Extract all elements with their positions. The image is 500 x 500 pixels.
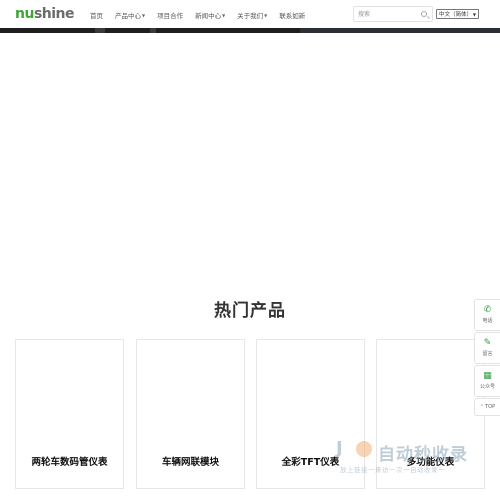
- watermark-logo-dot: [356, 441, 372, 457]
- logo-text-nu: nu: [15, 6, 34, 22]
- product-card[interactable]: 车辆网联模块: [136, 339, 245, 489]
- nav-about-label: 关于我们: [237, 12, 264, 20]
- chevron-down-icon: ▼: [264, 12, 268, 18]
- search-input[interactable]: [358, 9, 422, 20]
- site-header: nushine 首页 产品中心▼ 项目合作 新闻中心▼ 关于我们▼ 联系如新 中…: [0, 0, 500, 28]
- site-logo[interactable]: nushine: [15, 6, 75, 22]
- logo-text-rest: shine: [33, 6, 75, 22]
- hot-products-title: 热门产品: [214, 301, 286, 321]
- arrow-up-icon: ⌃: [479, 404, 485, 410]
- nav-home-label: 首页: [90, 12, 103, 20]
- nav-news[interactable]: 新闻中心 ▼: [195, 10, 225, 20]
- language-selected: 中文（简体）: [439, 12, 473, 18]
- banner-shard: [150, 28, 156, 33]
- chevron-down-icon: ▼: [142, 12, 146, 18]
- nav-cooperation-label: 项目合作: [157, 12, 184, 20]
- chevron-down-icon: ▼: [472, 11, 476, 17]
- chevron-down-icon: ▼: [222, 12, 226, 18]
- nav-products-label: 产品中心: [115, 12, 141, 20]
- qrcode-icon: ▦: [483, 371, 492, 381]
- side-tool-phone-label: 电话: [482, 318, 493, 324]
- nav-about[interactable]: 关于我们 ▼: [237, 10, 267, 20]
- watermark-logo-mark: J: [336, 438, 343, 459]
- side-tool-wechat-label: 公众号: [479, 384, 495, 390]
- product-card-label: 车辆网联模块: [161, 457, 219, 468]
- banner-shard: [95, 28, 105, 33]
- watermark-overlay: J 自动秒收录 放上链接一来访一次一自动收录一: [330, 437, 490, 477]
- watermark-text: 自动秒收录: [378, 445, 468, 465]
- side-tool-wechat[interactable]: ▦ 公众号: [474, 365, 500, 397]
- pencil-icon: ✎: [483, 338, 492, 348]
- main-nav: 首页 产品中心 ▼ 项目合作 新闻中心 ▼ 关于我们 ▼ 联系如新: [90, 10, 305, 20]
- search-icon[interactable]: [421, 11, 427, 17]
- nav-products[interactable]: 产品中心 ▼: [115, 10, 145, 20]
- watermark-subtext: 放上链接一来访一次一自动收录一: [340, 466, 445, 474]
- nav-contact[interactable]: 联系如新: [279, 10, 305, 20]
- back-to-top-label: TOP: [485, 404, 496, 410]
- language-select[interactable]: 中文（简体） ▼: [436, 9, 479, 19]
- side-tool-message[interactable]: ✎ 留言: [474, 332, 500, 364]
- banner-right-tone: [300, 28, 500, 33]
- product-card[interactable]: 两轮车数码管仪表: [15, 339, 124, 489]
- back-to-top-button[interactable]: ⌃ TOP: [474, 398, 500, 416]
- nav-home[interactable]: 首页: [90, 10, 103, 20]
- product-card-label: 两轮车数码管仪表: [31, 457, 108, 468]
- search-box: [353, 6, 433, 22]
- nav-cooperation[interactable]: 项目合作: [157, 10, 183, 20]
- nav-contact-label: 联系如新: [279, 12, 306, 20]
- floating-side-toolbar: ✆ 电话 ✎ 留言 ▦ 公众号 ⌃ TOP: [474, 299, 500, 417]
- nav-news-label: 新闻中心: [195, 12, 222, 20]
- phone-icon: ✆: [483, 305, 492, 315]
- hero-banner-edge: [0, 28, 500, 33]
- side-tool-phone[interactable]: ✆ 电话: [474, 299, 500, 331]
- side-tool-message-label: 留言: [482, 351, 493, 357]
